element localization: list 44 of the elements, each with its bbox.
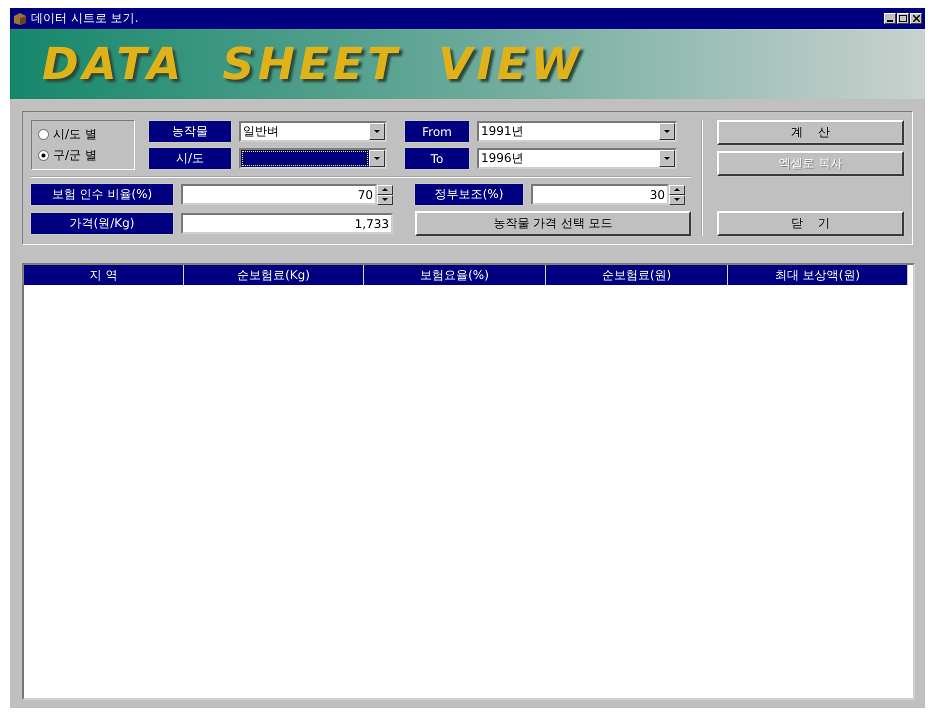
dropdown[interactable]: 1996년 bbox=[477, 148, 677, 169]
close-icon bbox=[912, 15, 920, 22]
radio-option[interactable]: 구/군 별 bbox=[38, 147, 134, 164]
column-header[interactable]: 최대 보상액(원) bbox=[728, 265, 908, 285]
field-label: 정부보조(%) bbox=[415, 184, 523, 205]
number-field[interactable]: 70 bbox=[181, 184, 377, 205]
column-header[interactable]: 순보험료(원) bbox=[546, 265, 728, 285]
price-mode-button[interactable]: 농작물 가격 선택 모드 bbox=[415, 211, 691, 236]
action-button[interactable]: 계 산 bbox=[717, 120, 904, 145]
down-arrow-icon bbox=[673, 197, 681, 202]
column-header[interactable]: 순보험료(Kg) bbox=[184, 265, 364, 285]
number-field[interactable]: 30 bbox=[531, 184, 669, 205]
field-label: 농작물 bbox=[149, 121, 231, 142]
field-label: 가격(원/Kg) bbox=[31, 213, 173, 234]
field-label: 보험 인수 비율(%) bbox=[31, 184, 173, 205]
close-button[interactable] bbox=[910, 13, 922, 24]
spin-up-button[interactable] bbox=[377, 184, 393, 194]
spin-down-button[interactable] bbox=[377, 194, 393, 204]
radio-option[interactable]: 시/도 별 bbox=[38, 126, 134, 143]
dropdown-arrow-icon bbox=[373, 129, 381, 134]
up-arrow-icon bbox=[673, 187, 681, 192]
maximize-button[interactable] bbox=[897, 13, 909, 24]
column-header[interactable]: 보험요율(%) bbox=[364, 265, 546, 285]
field-label: To bbox=[405, 148, 469, 169]
window-title: 데이터 시트로 보기. bbox=[31, 10, 140, 27]
column-header[interactable]: 지 역 bbox=[24, 265, 184, 285]
up-arrow-icon bbox=[381, 187, 389, 192]
maximize-icon bbox=[899, 15, 907, 22]
spin-down-button[interactable] bbox=[669, 194, 685, 204]
action-button[interactable]: 닫 기 bbox=[717, 211, 904, 236]
minimize-button[interactable] bbox=[884, 13, 896, 24]
down-arrow-icon bbox=[381, 197, 389, 202]
spin-up-button[interactable] bbox=[669, 184, 685, 194]
dropdown-arrow-icon bbox=[373, 156, 381, 161]
field-label: From bbox=[405, 121, 469, 142]
number-field[interactable]: 1,733 bbox=[181, 213, 393, 234]
box-icon bbox=[13, 12, 27, 26]
dropdown[interactable] bbox=[239, 148, 387, 169]
dropdown[interactable]: 1991년 bbox=[477, 121, 677, 142]
dropdown-arrow-icon bbox=[663, 129, 671, 134]
dropdown-arrow-icon bbox=[663, 156, 671, 161]
dropdown[interactable]: 일반벼 bbox=[239, 121, 387, 142]
banner-title: DATA SHEET VIEW bbox=[42, 38, 584, 90]
field-label: 시/도 bbox=[149, 148, 231, 169]
